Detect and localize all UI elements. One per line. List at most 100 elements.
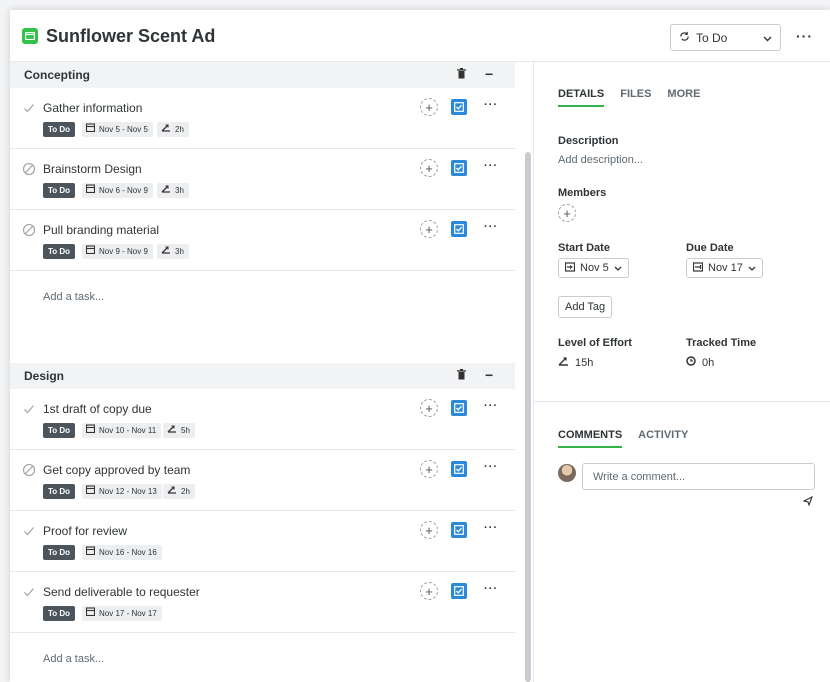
blocked-icon[interactable] xyxy=(22,223,36,237)
effort-text: 5h xyxy=(181,426,190,435)
tab-comments[interactable]: COMMENTS xyxy=(558,429,623,448)
section-title: Concepting xyxy=(24,68,90,82)
check-icon[interactable] xyxy=(22,101,36,115)
status-dropdown[interactable]: To Do xyxy=(670,24,781,51)
clock-icon xyxy=(686,356,696,369)
collapse-icon[interactable]: − xyxy=(485,66,493,82)
tab-activity[interactable]: ACTIVITY xyxy=(638,429,688,448)
effort-chip[interactable]: 2h xyxy=(163,484,195,499)
task-row[interactable]: Get copy approved by team To Do Nov 12 - N… xyxy=(10,450,515,511)
effort-chip[interactable]: 3h xyxy=(157,183,189,198)
effort-chip[interactable]: 3h xyxy=(157,244,189,259)
date-range[interactable]: Nov 16 - Nov 16 xyxy=(82,545,162,560)
task-row[interactable]: Proof for review To Do Nov 16 - Nov 16 + ··· xyxy=(10,511,515,572)
task-row[interactable]: Pull branding material To Do Nov 9 - Nov 9… xyxy=(10,210,515,271)
task-name[interactable]: 1st draft of copy due xyxy=(43,402,152,416)
collapse-icon[interactable]: − xyxy=(485,367,493,383)
effort-chip[interactable]: 2h xyxy=(157,122,189,137)
task-more-button[interactable]: ··· xyxy=(484,99,498,111)
effort-value[interactable]: 15h xyxy=(558,356,593,369)
task-more-button[interactable]: ··· xyxy=(484,221,498,233)
task-name[interactable]: Get copy approved by team xyxy=(43,463,190,477)
check-icon[interactable] xyxy=(22,402,36,416)
status-badge: To Do xyxy=(43,122,76,137)
description-input[interactable]: Add description... xyxy=(558,154,643,166)
tracked-time-label: Tracked Time xyxy=(686,337,757,349)
add-member-button[interactable]: + xyxy=(558,204,576,222)
description-label: Description xyxy=(558,135,619,147)
complete-checkbox-icon[interactable] xyxy=(451,461,467,477)
complete-checkbox-icon[interactable] xyxy=(451,221,467,237)
task-row[interactable]: Brainstorm Design To Do Nov 6 - Nov 9 3h + ··… xyxy=(10,149,515,210)
task-more-button[interactable]: ··· xyxy=(484,583,498,595)
calendar-icon xyxy=(85,423,96,438)
scrollbar[interactable] xyxy=(525,152,531,682)
effort-text: 2h xyxy=(181,487,190,496)
date-range[interactable]: Nov 10 - Nov 11 xyxy=(82,423,162,438)
calendar-icon xyxy=(85,244,96,259)
assign-member-button[interactable]: + xyxy=(420,159,438,177)
task-name[interactable]: Send deliverable to requester xyxy=(43,585,200,599)
status-badge: To Do xyxy=(43,545,76,560)
send-icon[interactable] xyxy=(802,494,814,509)
task-more-button[interactable]: ··· xyxy=(484,522,498,534)
effort-chip[interactable]: 5h xyxy=(163,423,195,438)
complete-checkbox-icon[interactable] xyxy=(451,99,467,115)
assign-member-button[interactable]: + xyxy=(420,98,438,116)
due-date-icon xyxy=(692,261,704,275)
check-icon[interactable] xyxy=(22,524,36,538)
add-task-input[interactable]: Add a task... xyxy=(43,653,104,665)
due-date-picker[interactable]: Nov 17 xyxy=(686,258,763,278)
comment-input[interactable]: Write a comment... xyxy=(582,463,815,490)
more-options-button[interactable]: ··· xyxy=(796,28,813,44)
task-name[interactable]: Proof for review xyxy=(43,524,127,538)
task-name[interactable]: Brainstorm Design xyxy=(43,162,142,176)
chevron-down-icon xyxy=(614,262,622,274)
date-range[interactable]: Nov 5 - Nov 5 xyxy=(82,122,153,137)
trash-icon[interactable] xyxy=(457,369,466,383)
task-row[interactable]: 1st draft of copy due To Do Nov 10 - Nov 1… xyxy=(10,389,515,450)
add-task-input[interactable]: Add a task... xyxy=(43,291,104,303)
complete-checkbox-icon[interactable] xyxy=(451,583,467,599)
tab-more[interactable]: MORE xyxy=(667,88,700,107)
effort-icon xyxy=(167,423,177,438)
assign-member-button[interactable]: + xyxy=(420,521,438,539)
app-window: Sunflower Scent Ad To Do ··· Concepting −… xyxy=(10,10,830,682)
complete-checkbox-icon[interactable] xyxy=(451,522,467,538)
date-range-text: Nov 12 - Nov 13 xyxy=(99,487,157,496)
avatar xyxy=(558,464,576,482)
task-more-button[interactable]: ··· xyxy=(484,461,498,473)
complete-checkbox-icon[interactable] xyxy=(451,160,467,176)
assign-member-button[interactable]: + xyxy=(420,460,438,478)
assign-member-button[interactable]: + xyxy=(420,582,438,600)
tab-details[interactable]: DETAILS xyxy=(558,88,605,107)
date-range[interactable]: Nov 6 - Nov 9 xyxy=(82,183,153,198)
effort-text: 3h xyxy=(175,186,184,195)
assign-member-button[interactable]: + xyxy=(420,399,438,417)
task-more-button[interactable]: ··· xyxy=(484,160,498,172)
tracked-time-value[interactable]: 0h xyxy=(686,356,714,369)
due-date-label: Due Date xyxy=(686,242,734,254)
effort-text: 3h xyxy=(175,247,184,256)
date-range[interactable]: Nov 17 - Nov 17 xyxy=(82,606,162,621)
task-name[interactable]: Gather information xyxy=(43,101,142,115)
date-range[interactable]: Nov 9 - Nov 9 xyxy=(82,244,153,259)
date-range-text: Nov 16 - Nov 16 xyxy=(99,548,157,557)
start-date-picker[interactable]: Nov 5 xyxy=(558,258,629,278)
assign-member-button[interactable]: + xyxy=(420,220,438,238)
check-icon[interactable] xyxy=(22,585,36,599)
tab-files[interactable]: FILES xyxy=(620,88,651,107)
trash-icon[interactable] xyxy=(457,68,466,82)
task-row[interactable]: Send deliverable to requester To Do Nov 17… xyxy=(10,572,515,633)
chevron-down-icon xyxy=(763,31,772,45)
blocked-icon[interactable] xyxy=(22,463,36,477)
blocked-icon[interactable] xyxy=(22,162,36,176)
task-name[interactable]: Pull branding material xyxy=(43,223,159,237)
task-row[interactable]: Gather information To Do Nov 5 - Nov 5 2h + ·… xyxy=(10,88,515,149)
task-more-button[interactable]: ··· xyxy=(484,400,498,412)
complete-checkbox-icon[interactable] xyxy=(451,400,467,416)
date-range[interactable]: Nov 12 - Nov 13 xyxy=(82,484,162,499)
calendar-icon xyxy=(85,606,96,621)
status-badge: To Do xyxy=(43,423,76,438)
add-tag-button[interactable]: Add Tag xyxy=(558,296,613,318)
